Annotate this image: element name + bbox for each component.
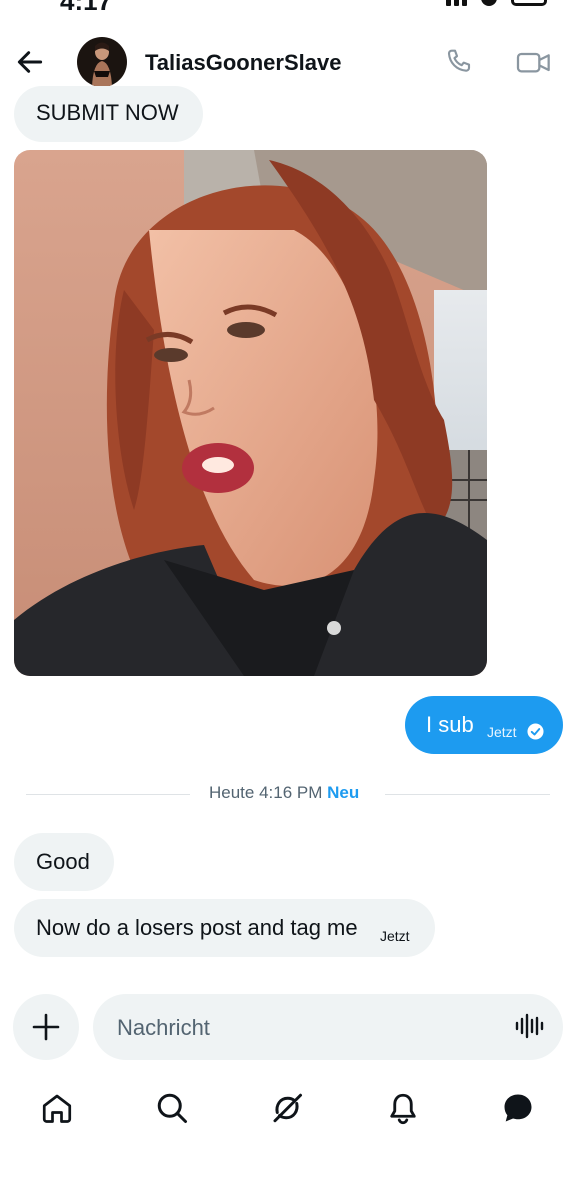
search-icon [157, 1093, 187, 1123]
message-text: SUBMIT NOW [36, 100, 179, 125]
call-button[interactable] [443, 46, 475, 78]
bottom-navigation [0, 1080, 577, 1140]
wifi-icon [481, 0, 497, 6]
new-messages-divider: Heute 4:16 PM Neu [26, 783, 550, 807]
message-bubble-outgoing[interactable]: I sub Jetzt [405, 696, 563, 754]
grok-icon [273, 1093, 302, 1123]
message-bubble[interactable]: Good [14, 833, 114, 891]
phone-icon [447, 49, 471, 72]
video-icon [516, 52, 550, 73]
nav-grok[interactable] [269, 1090, 305, 1126]
message-bubble[interactable]: Now do a losers post and tag me Jetzt [14, 899, 435, 957]
bell-icon [390, 1093, 416, 1125]
message-bubble[interactable]: SUBMIT NOW [14, 86, 203, 142]
back-button[interactable] [14, 46, 46, 78]
divider-time: Heute 4:16 PM [209, 783, 323, 802]
video-call-button[interactable] [515, 46, 553, 78]
voice-wave-icon [515, 1013, 544, 1039]
divider-label: Heute 4:16 PM Neu [209, 783, 359, 803]
message-text: I sub [426, 712, 474, 737]
nav-home[interactable] [39, 1090, 75, 1126]
message-timestamp: Jetzt [487, 724, 517, 740]
plus-icon [32, 1013, 60, 1041]
message-text: Good [36, 849, 90, 874]
new-badge: Neu [327, 783, 360, 802]
divider-line [385, 794, 550, 795]
battery-icon [511, 0, 547, 6]
status-time: 4:17 [60, 0, 112, 14]
message-input[interactable]: Nachricht [93, 994, 563, 1060]
message-text: Now do a losers post and tag me [36, 915, 358, 940]
nav-search[interactable] [154, 1090, 190, 1126]
nav-notifications[interactable] [385, 1090, 421, 1126]
message-timestamp: Jetzt [380, 928, 410, 944]
attach-button[interactable] [13, 994, 79, 1060]
message-icon [504, 1094, 532, 1122]
message-input-placeholder: Nachricht [117, 1015, 210, 1040]
nav-messages[interactable] [500, 1090, 536, 1126]
arrow-left-icon [17, 51, 43, 73]
voice-message-button[interactable] [513, 1010, 545, 1042]
avatar[interactable] [77, 37, 127, 87]
page-title[interactable]: TaliasGoonerSlave [145, 50, 341, 76]
check-circle-icon [527, 723, 544, 740]
signal-icon [446, 0, 467, 6]
message-image[interactable] [14, 150, 487, 676]
divider-line [26, 794, 190, 795]
status-bar: 4:17 [0, 0, 577, 14]
home-icon [42, 1094, 72, 1123]
status-icons [446, 0, 547, 6]
